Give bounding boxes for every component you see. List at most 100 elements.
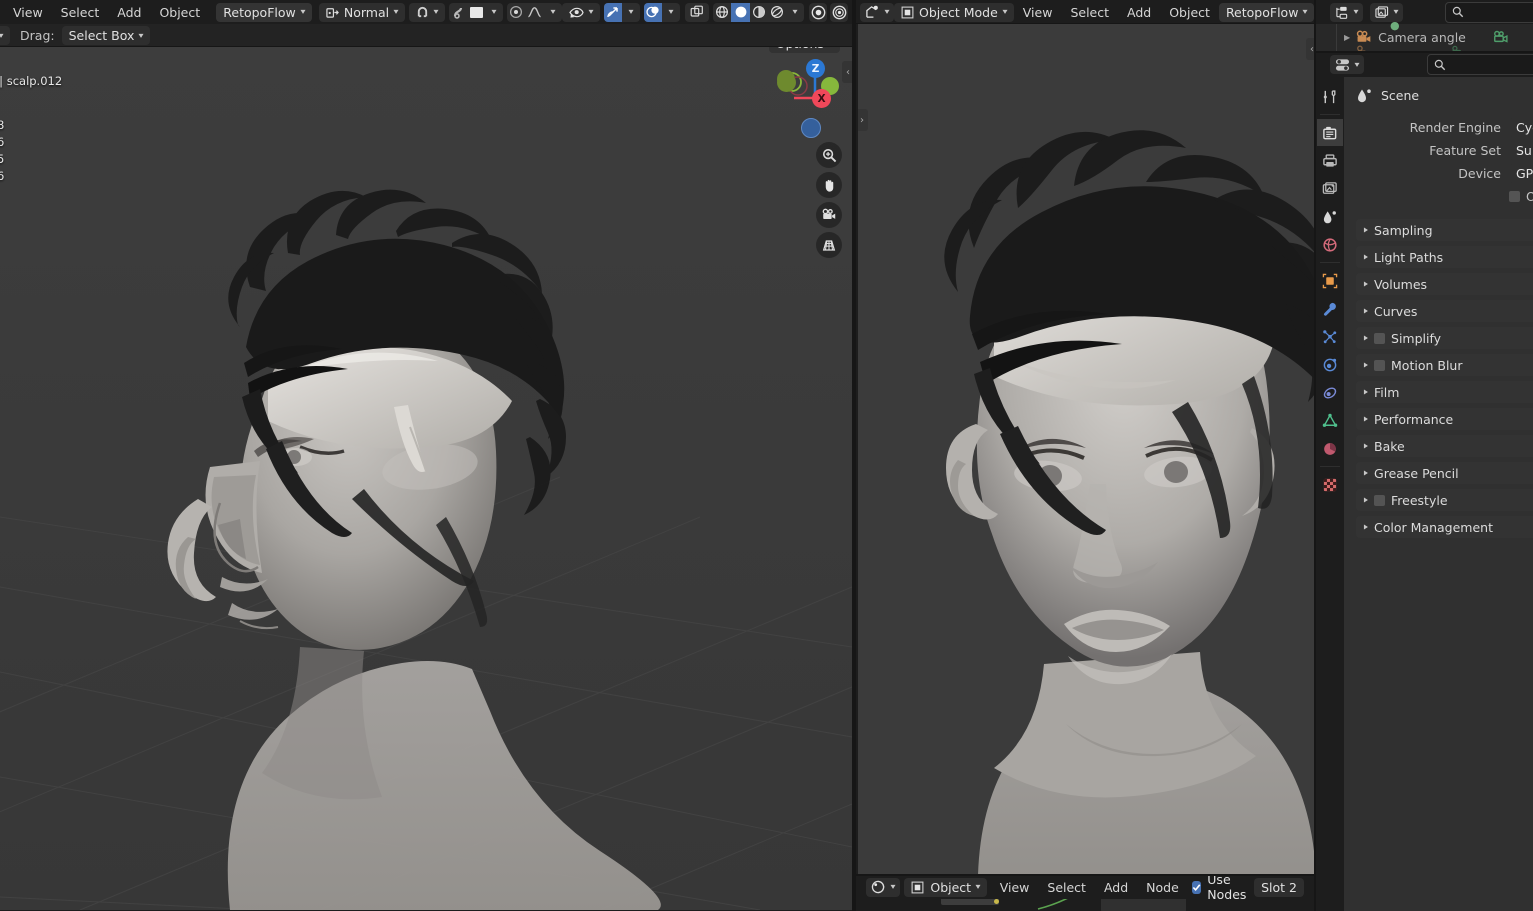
panel-curves[interactable]: ▾ Curves [1356, 300, 1533, 322]
device-dropdown[interactable]: GPU [1509, 164, 1533, 183]
menu-select[interactable]: Select [52, 3, 109, 22]
xray-group[interactable]: ▾ [603, 2, 640, 22]
tab-particles[interactable] [1317, 323, 1343, 350]
tab-view-layer[interactable] [1317, 175, 1343, 202]
render-engine-dropdown[interactable]: Cycles [1509, 118, 1533, 137]
shader-type-dropdown[interactable]: Object ▾ [904, 877, 988, 897]
viewport-left-sidebar-toggle[interactable]: ‹ [842, 61, 852, 83]
properties-editor[interactable]: ▾ Scene Render Engine Cy Feature Set Su … [1316, 52, 1533, 911]
node-menu-view[interactable]: View [991, 878, 1039, 897]
snap-dropdown[interactable]: ▾ [409, 2, 446, 22]
panel-grease-pencil[interactable]: ▾ Grease Pencil [1356, 462, 1533, 484]
menu-add[interactable]: Add [108, 3, 150, 22]
outliner-search-input[interactable] [1445, 1, 1533, 23]
shading-mode-group[interactable]: ▾ [713, 2, 804, 22]
node-header[interactable] [941, 899, 999, 905]
camera-view-icon[interactable] [816, 202, 842, 228]
panel-freestyle[interactable]: ▾ Freestyle [1356, 489, 1533, 511]
node-editor-canvas[interactable] [856, 899, 1316, 911]
panel-motion-blur[interactable]: ▾ Motion Blur [1356, 354, 1533, 376]
expander-icon[interactable]: ▶ [1344, 33, 1350, 42]
tab-constraints[interactable] [1317, 379, 1343, 406]
panel-checkbox[interactable] [1374, 494, 1386, 506]
pan-hand-icon[interactable] [816, 172, 842, 198]
gizmo-axis-y-negative[interactable] [777, 73, 796, 92]
perspective-ortho-icon[interactable] [816, 232, 842, 258]
proportional-edit-icon[interactable] [507, 3, 525, 22]
tab-output[interactable] [1317, 147, 1343, 174]
editor-type-dropdown[interactable]: ▾ [860, 2, 895, 22]
panel-volumes[interactable]: ▾ Volumes [1356, 273, 1533, 295]
node-editor-type-dropdown[interactable]: ▾ [866, 877, 901, 897]
viewport-right[interactable]: ‹ › [858, 24, 1316, 875]
panel-color-management[interactable]: ▾ Color Management [1356, 516, 1533, 538]
tab-scene[interactable] [1317, 203, 1343, 230]
gizmo-axis-z-negative[interactable] [801, 118, 821, 138]
menu-retopoflow[interactable]: RetopoFlow ▾ [216, 2, 312, 22]
use-nodes-checkbox[interactable] [1192, 880, 1202, 894]
shading-material-icon[interactable] [750, 3, 768, 22]
panel-checkbox[interactable] [1374, 332, 1386, 344]
tab-render[interactable] [1317, 119, 1343, 146]
tab-physics[interactable] [1317, 351, 1343, 378]
gizmo-axis-z[interactable]: Z [806, 59, 825, 78]
chevron-down-icon[interactable]: ▾ [662, 3, 680, 22]
chevron-down-icon[interactable]: ▾ [622, 3, 640, 22]
drag-mode-dropdown[interactable]: Select Box ▾ [61, 26, 151, 45]
properties-editor-type-dropdown[interactable]: ▾ [1330, 55, 1365, 74]
tab-object-data[interactable] [1317, 407, 1343, 434]
show-gizmo-button[interactable] [685, 2, 710, 22]
panel-sampling[interactable]: ▾ Sampling [1356, 219, 1533, 241]
menu-view[interactable]: View [4, 3, 52, 22]
properties-search-input[interactable] [1427, 54, 1533, 75]
node-menu-node[interactable]: Node [1137, 878, 1188, 897]
panel-bake[interactable]: ▾ Bake [1356, 435, 1533, 457]
menu-retopoflow-right[interactable]: RetopoFlow ▾ [1218, 2, 1315, 22]
viewport-shading-preview-icon[interactable] [809, 2, 828, 22]
tab-object[interactable] [1317, 267, 1343, 294]
navigation-gizmo[interactable]: Z X [768, 50, 842, 124]
menu-object-right[interactable]: Object [1160, 3, 1219, 22]
menu-add-right[interactable]: Add [1118, 3, 1160, 22]
menu-select-right[interactable]: Select [1061, 3, 1118, 22]
viewport-left[interactable]: ion | scalp.012 8 6 5 6 Options ▾ Z X [0, 47, 852, 910]
xray-icon[interactable] [603, 2, 622, 22]
snap-target-group[interactable]: ▾ [448, 2, 504, 22]
proportional-falloff-icon[interactable] [525, 3, 543, 22]
panel-film[interactable]: ▾ Film [1356, 381, 1533, 403]
node-menu-add[interactable]: Add [1095, 878, 1137, 897]
shading-solid-icon[interactable] [731, 2, 750, 22]
panel-simplify[interactable]: ▾ Simplify [1356, 327, 1533, 349]
list-item[interactable]: ▶ Camera angle [1344, 27, 1533, 47]
tab-modifiers[interactable] [1317, 295, 1343, 322]
outliner[interactable]: ▾ ▾ ● ▶ Camera angle [1316, 0, 1533, 52]
open-shading-language-checkbox[interactable] [1509, 191, 1520, 202]
node-editor[interactable]: ▾ Object ▾ View Select Add Node Use Node… [856, 875, 1316, 911]
camera-render-icon[interactable] [1493, 30, 1509, 44]
node-body[interactable] [1101, 899, 1186, 911]
viewport-render-preview-icon[interactable] [830, 2, 848, 22]
viewport-render-group[interactable] [809, 2, 848, 22]
chevron-down-icon[interactable]: ▾ [786, 3, 804, 22]
transform-orientation-dropdown[interactable]: Normal ▾ [318, 2, 406, 22]
visibility-select-dropdown[interactable]: ▾ [561, 2, 600, 22]
menu-object[interactable]: Object [150, 3, 209, 22]
tab-tool[interactable] [1317, 83, 1343, 110]
tab-world[interactable] [1317, 231, 1343, 258]
shading-wireframe-icon[interactable] [713, 3, 731, 22]
tab-material[interactable] [1317, 435, 1343, 462]
interaction-mode-dropdown[interactable]: Object Mode ▾ [894, 2, 1014, 22]
zoom-icon[interactable] [816, 142, 842, 168]
snap-color-swatch[interactable] [467, 3, 485, 22]
use-nodes-toggle[interactable]: Use Nodes [1192, 875, 1254, 902]
panel-checkbox[interactable] [1374, 359, 1386, 371]
chevron-down-icon[interactable]: ▾ [543, 3, 561, 22]
chevron-down-icon[interactable]: ▾ [485, 3, 503, 22]
gizmo-axis-x[interactable]: X [812, 89, 831, 108]
proportional-edit-group[interactable]: ▾ [507, 2, 562, 22]
panel-light-paths[interactable]: ▾ Light Paths [1356, 246, 1533, 268]
active-tool-dropdown[interactable]: ▾ [0, 26, 11, 45]
menu-view-right[interactable]: View [1014, 3, 1062, 22]
outliner-display-mode-dropdown[interactable]: ▾ [1330, 2, 1364, 22]
overlays-icon[interactable] [643, 2, 662, 22]
